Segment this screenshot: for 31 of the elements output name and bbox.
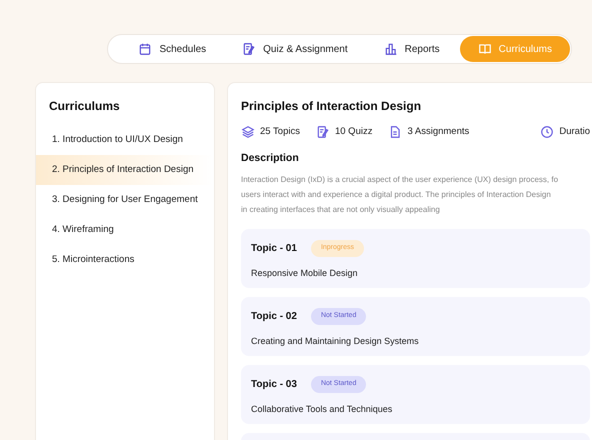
topic-title: Topic - 02	[251, 310, 297, 324]
description-heading: Description	[241, 151, 300, 166]
stat-label: 3 Assignments	[407, 125, 470, 139]
curriculum-item[interactable]: 5. Microinteractions	[36, 245, 214, 275]
stat-label: 10 Quizz	[334, 125, 372, 139]
nav-tab[interactable]: Reports	[368, 36, 456, 62]
clock-icon	[540, 125, 554, 140]
topic-title: Topic - 01	[251, 242, 297, 256]
detail-title: Principles of Interaction Design	[241, 98, 422, 115]
topic-name: Responsive Mobile Design	[251, 266, 359, 280]
nav-tab[interactable]: Quiz & Assignment	[226, 36, 364, 62]
calendar-icon	[138, 42, 152, 56]
curriculum-item[interactable]: 3. Designing for User Engagement	[36, 185, 214, 215]
topic-title: Topic - 03	[251, 378, 297, 392]
duration-label: Duratio	[559, 125, 590, 139]
nav-tab[interactable]: Schedules	[122, 36, 222, 62]
topic-name: Creating and Maintaining Design Systems	[251, 334, 420, 348]
notepad-pencil-icon	[316, 125, 330, 140]
layers-icon	[241, 125, 255, 140]
bar-chart-icon	[384, 42, 398, 56]
description-line: users interact with and experience a digital product. The principles of Interaction Design	[241, 189, 551, 201]
topic-name: Collaborative Tools and Techniques	[251, 402, 394, 416]
curriculum-item[interactable]: 4. Wireframing	[36, 215, 214, 245]
description-line: in creating interfaces that are not only visually appealing	[241, 204, 440, 216]
stat-label: 25 Topics	[260, 125, 300, 139]
notepad-pencil-icon	[242, 42, 256, 56]
document-icon	[388, 125, 402, 140]
curriculum-item[interactable]: 1. Introduction to UI/UX Design	[36, 125, 214, 155]
open-book-icon	[478, 42, 492, 56]
description-line: Interaction Design (IxD) is a crucial aspect of the user experience (UX) design process, fo	[241, 174, 558, 186]
sidebar-title: Curriculums	[48, 98, 121, 115]
